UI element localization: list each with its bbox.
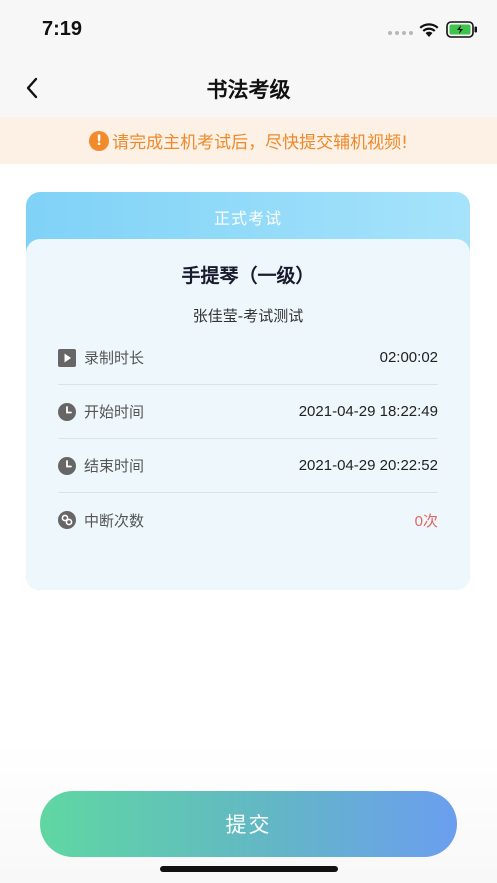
row-value: 02:00:02 [379,349,438,366]
clock-icon [58,402,76,421]
row-start-time: 开始时间 2021-04-29 18:22:49 [58,385,438,439]
link-icon [58,511,76,529]
row-end-time: 结束时间 2021-04-29 20:22:52 [58,439,438,493]
signal-icon [388,31,413,35]
clock-icon [58,456,76,475]
course-title: 手提琴（一级） [181,265,315,287]
wifi-icon [419,23,439,37]
notice-banner: ! 请完成主机考试后，尽快提交辅机视频! [0,117,497,164]
status-bar: 7:19 [0,0,497,58]
exam-card-header: 正式考试 [213,209,282,228]
battery-icon [446,21,477,38]
row-label: 录制时长 [84,349,145,367]
row-label: 开始时间 [84,403,145,421]
row-interrupts: 中断次数 0次 [58,493,438,547]
exam-card-body: 手提琴（一级） 张佳莹-考试测试 录制时长 02:00:02 开始时间 2021… [26,239,470,590]
row-label: 中断次数 [84,511,145,530]
home-indicator [160,866,338,872]
row-duration: 录制时长 02:00:02 [58,331,438,385]
page-title: 书法考级 [206,78,291,102]
row-value: 2021-04-29 20:22:52 [298,457,438,474]
play-icon [58,348,76,367]
course-subtitle: 张佳莹-考试测试 [192,307,304,325]
row-label: 结束时间 [84,457,145,475]
warning-icon: ! [89,130,110,151]
exam-card: 正式考试 手提琴（一级） 张佳莹-考试测试 录制时长 02:00:02 开始时间 [26,192,470,590]
row-value: 2021-04-29 18:22:49 [298,403,438,420]
status-time: 7:19 [42,18,83,40]
row-value: 0次 [414,512,438,530]
nav-bar: 书法考级 [0,58,497,117]
notice-text: 请完成主机考试后，尽快提交辅机视频! [112,133,408,153]
submit-button[interactable]: 提交 [40,791,457,857]
